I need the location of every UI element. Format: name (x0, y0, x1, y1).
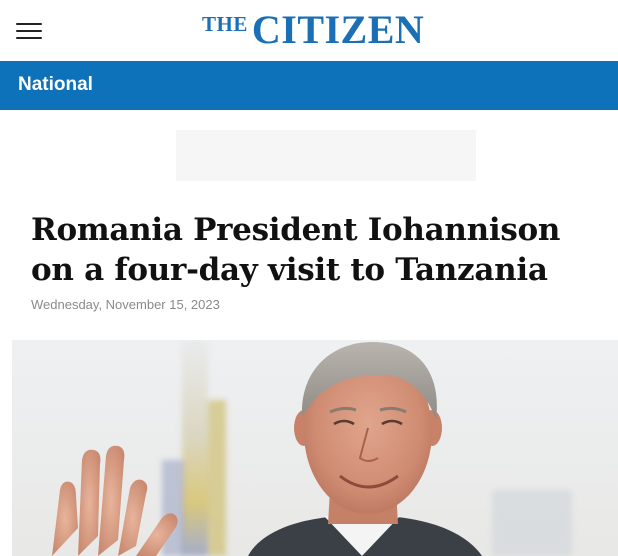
photo-illustration (12, 340, 618, 556)
article-headline: Romania President Iohannison on a four-d… (31, 212, 561, 288)
logo-the: THE (202, 12, 248, 36)
ad-placeholder (176, 130, 476, 181)
menu-bar (16, 23, 42, 25)
menu-bar (16, 30, 42, 32)
section-bar: National (0, 61, 618, 110)
hamburger-menu-icon[interactable] (16, 20, 42, 40)
menu-bar (16, 37, 42, 39)
logo-name: CITIZEN (251, 7, 425, 52)
site-logo[interactable]: THE CITIZEN (202, 10, 424, 50)
article-date: Wednesday, November 15, 2023 (31, 297, 220, 312)
article-photo (12, 340, 618, 556)
section-link-national[interactable]: National (18, 75, 93, 95)
site-header: THE CITIZEN (0, 0, 618, 61)
